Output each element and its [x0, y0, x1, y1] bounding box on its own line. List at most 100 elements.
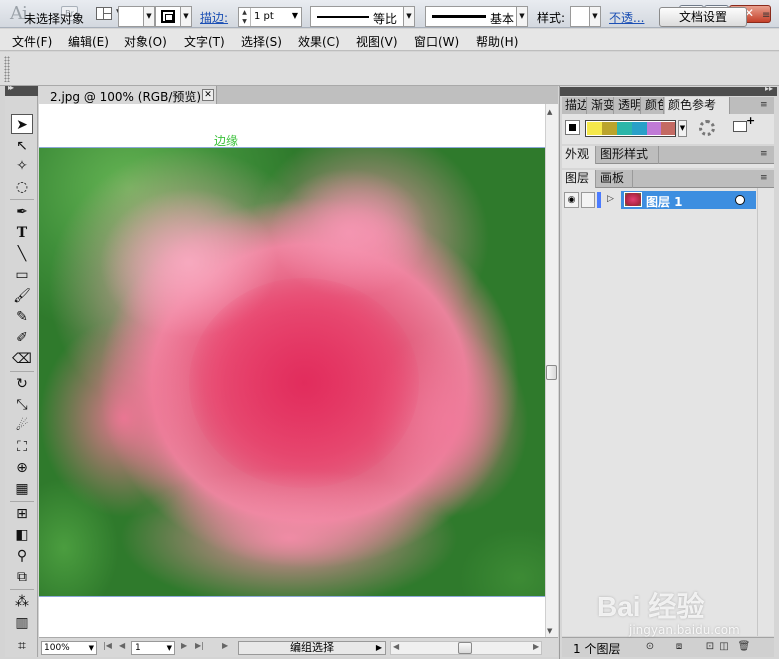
harmony-dropdown-chevron-icon[interactable]: ▼ [678, 120, 687, 137]
opacity-link[interactable]: 不透... [609, 9, 644, 26]
direct-selection-tool-icon[interactable]: ↖ [11, 136, 33, 156]
tab-stroke[interactable]: 描边 [562, 97, 587, 115]
next-artboard-icon[interactable]: ▶ [181, 641, 187, 650]
warp-tool-icon[interactable]: ☄ [11, 416, 33, 436]
tools-panel-header[interactable] [5, 83, 38, 96]
last-artboard-icon[interactable]: ▶| [195, 641, 204, 650]
scroll-up-icon[interactable]: ▲ [547, 108, 552, 116]
tab-appearance[interactable]: 外观 [562, 146, 596, 164]
collapse-icon[interactable]: ▸▸ [765, 84, 773, 93]
scale-tool-icon[interactable]: ⤡ [11, 395, 33, 415]
tab-transparency[interactable]: 透明 [615, 97, 641, 115]
harmony-rules-strip[interactable] [585, 120, 676, 137]
style-chevron-icon[interactable]: ▼ [590, 6, 601, 27]
expand-triangle-icon[interactable]: ▷ [607, 194, 614, 204]
blob-brush-tool-icon[interactable]: ✐ [11, 328, 33, 348]
peony-image[interactable] [39, 148, 545, 596]
variable-width-chevron-icon[interactable]: ▼ [404, 6, 415, 27]
tab-color[interactable]: 颜色 [642, 97, 664, 115]
menu-effect[interactable]: 效果(C) [298, 33, 340, 50]
vertical-scroll-thumb[interactable] [546, 365, 557, 380]
first-artboard-icon[interactable]: |◀ [103, 641, 112, 650]
style-swatch[interactable] [570, 6, 590, 27]
layers-scrollbar[interactable] [757, 188, 773, 636]
grip-icon[interactable] [4, 56, 10, 82]
selection-tool-icon[interactable]: ➤ [11, 114, 33, 134]
shape-builder-tool-icon[interactable]: ⊕ [11, 458, 33, 478]
appearance-panel-tabs: 外观 图形样式 [562, 146, 774, 164]
leaf-shape [459, 528, 545, 596]
panel-dock-collapse-bar[interactable]: ▸▸ [560, 84, 777, 96]
eyedropper-tool-icon[interactable]: ⚲ [11, 546, 33, 566]
line-tool-icon[interactable]: ╲ [11, 244, 33, 264]
control-bar-menu-icon[interactable]: ≡ [762, 10, 770, 21]
magic-wand-tool-icon[interactable]: ✧ [11, 156, 33, 176]
menu-file[interactable]: 文件(F) [12, 33, 52, 50]
menu-help[interactable]: 帮助(H) [476, 33, 518, 50]
base-color-swatch[interactable] [565, 120, 580, 135]
menu-view[interactable]: 视图(V) [356, 33, 398, 50]
rotate-tool-icon[interactable]: ↻ [11, 374, 33, 394]
free-transform-tool-icon[interactable]: ⛶ [11, 437, 33, 457]
gradient-tool-icon[interactable]: ◧ [11, 525, 33, 545]
layer-name[interactable]: 图层 1 [646, 193, 683, 210]
eraser-tool-icon[interactable]: ⌫ [11, 349, 33, 369]
document-setup-button[interactable]: 文档设置 [659, 7, 747, 27]
brush-chevron-icon[interactable]: ▼ [517, 6, 528, 27]
stroke-swatch[interactable] [155, 6, 181, 27]
scroll-left-icon[interactable]: ◀ [393, 642, 399, 651]
tab-gradient[interactable]: 渐变 [588, 97, 614, 115]
fill-swatch[interactable] [118, 6, 144, 27]
menu-object[interactable]: 对象(O) [124, 33, 167, 50]
menu-select[interactable]: 选择(S) [241, 33, 282, 50]
variable-width-profile[interactable]: 等比 [310, 6, 404, 27]
stroke-link[interactable]: 描边: [200, 9, 228, 26]
rectangle-tool-icon[interactable]: ▭ [11, 265, 33, 285]
panel-menu-icon[interactable]: ≡ [760, 100, 768, 110]
perspective-grid-tool-icon[interactable]: ▦ [11, 479, 33, 499]
column-graph-tool-icon[interactable]: ▥ [11, 613, 33, 633]
layer-target-icon[interactable] [735, 195, 745, 205]
stroke-weight-field[interactable]: ▲ ▼ 1 pt ▼ [238, 7, 302, 27]
document-tab[interactable]: 2.jpg @ 100% (RGB/预览) ✕ [39, 86, 217, 104]
close-tab-icon[interactable]: ✕ [202, 89, 214, 101]
artboard-tool-icon[interactable]: ⌗ [11, 636, 33, 656]
symbol-sprayer-tool-icon[interactable]: ⁂ [11, 592, 33, 612]
panel-menu-icon[interactable]: ≡ [760, 149, 768, 159]
pen-tool-icon[interactable]: ✒ [11, 202, 33, 222]
type-tool-icon[interactable]: T [11, 223, 33, 243]
save-color-group-icon[interactable] [733, 114, 755, 132]
artboard-number-select[interactable]: 1 ▼ [131, 641, 175, 655]
tab-graphic-styles[interactable]: 图形样式 [597, 146, 659, 164]
brush-definition[interactable]: 基本 [425, 6, 517, 27]
appearance-panel [562, 164, 774, 168]
visibility-eye-icon[interactable]: ◉ [564, 192, 579, 208]
chevron-down-icon: ▼ [166, 644, 172, 652]
tab-layers[interactable]: 图层 [562, 170, 596, 188]
scroll-down-icon[interactable]: ▼ [547, 627, 552, 635]
horizontal-scroll-thumb[interactable] [458, 642, 472, 654]
previous-artboard-icon[interactable]: ◀ [119, 641, 125, 650]
tab-color-guide[interactable]: 颜色参考 [665, 97, 730, 115]
chevron-down-icon[interactable]: ▼ [292, 11, 298, 20]
stepper-icon[interactable]: ▲ ▼ [239, 8, 251, 26]
fill-dropdown-chevron-icon[interactable]: ▼ [144, 6, 155, 27]
lock-toggle[interactable] [581, 192, 595, 208]
status-info-select[interactable]: 编组选择 ▶ [238, 641, 386, 655]
mesh-tool-icon[interactable]: ⊞ [11, 504, 33, 524]
blend-tool-icon[interactable]: ⧉ [11, 567, 33, 587]
zoom-level-select[interactable]: 100% ▼ [41, 641, 97, 655]
menu-window[interactable]: 窗口(W) [414, 33, 459, 50]
scroll-right-icon[interactable]: ▶ [533, 642, 539, 651]
menu-type[interactable]: 文字(T) [184, 33, 225, 50]
layout-grid-icon [96, 7, 112, 20]
edit-colors-wheel-icon[interactable] [699, 120, 715, 136]
paintbrush-tool-icon[interactable]: 🖌 [11, 286, 33, 306]
tab-artboards[interactable]: 画板 [597, 170, 633, 188]
lasso-tool-icon[interactable]: ◌ [11, 177, 33, 197]
status-menu-icon[interactable]: ▶ [222, 641, 228, 650]
pencil-tool-icon[interactable]: ✎ [11, 307, 33, 327]
stroke-dropdown-chevron-icon[interactable]: ▼ [181, 6, 192, 27]
menu-edit[interactable]: 编辑(E) [68, 33, 109, 50]
panel-menu-icon[interactable]: ≡ [760, 173, 768, 183]
